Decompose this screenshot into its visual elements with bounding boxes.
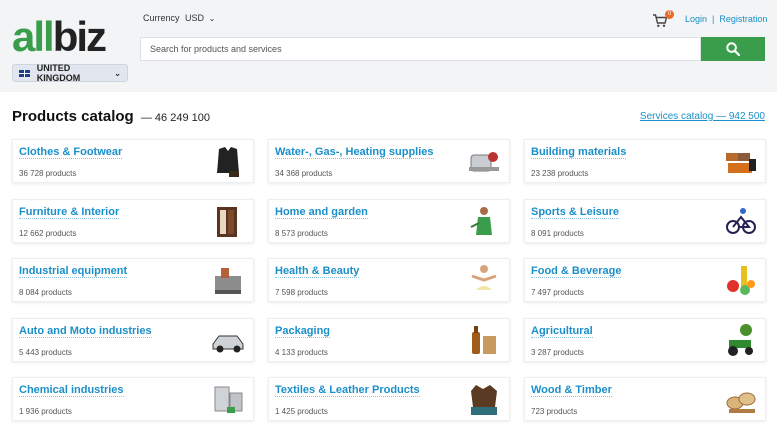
category-count: 34 368 products xyxy=(275,169,333,178)
search-box xyxy=(140,37,701,61)
category-card[interactable]: Health & Beauty 7 598 products xyxy=(268,258,510,302)
allbiz-logo[interactable]: allbiz xyxy=(12,18,130,56)
category-count: 3 287 products xyxy=(531,348,584,357)
clothing-icon xyxy=(217,147,239,177)
region-label: UNITED KINGDOM xyxy=(36,63,81,83)
cart-count-badge: 0 xyxy=(665,10,674,19)
category-card[interactable]: Water-, Gas-, Heating supplies 34 368 pro… xyxy=(268,139,510,183)
category-name[interactable]: Sports & Leisure xyxy=(531,206,620,219)
category-name[interactable]: Health & Beauty xyxy=(275,265,360,278)
category-card[interactable]: Textiles & Leather Products 1 425 product… xyxy=(268,377,510,421)
region-selector[interactable]: UNITED KINGDOM ⌄ xyxy=(12,63,128,83)
svg-text:allbiz: allbiz xyxy=(12,18,106,56)
category-name[interactable]: Water-, Gas-, Heating supplies xyxy=(275,146,434,159)
category-count: 4 133 products xyxy=(275,348,328,357)
category-count: 5 443 products xyxy=(19,348,72,357)
wardrobe-icon xyxy=(217,207,237,237)
category-count: 7 598 products xyxy=(275,288,328,297)
sport-icon xyxy=(726,208,756,234)
search-input[interactable] xyxy=(141,38,700,60)
page-title: Products catalog — 46 249 100 xyxy=(12,108,210,125)
machine-icon xyxy=(215,268,241,294)
category-count: 8 091 products xyxy=(531,229,584,238)
category-name[interactable]: Auto and Moto industries xyxy=(19,325,152,338)
category-card[interactable]: Food & Beverage 7 497 products xyxy=(524,258,766,302)
currency-label: Currency xyxy=(143,13,180,23)
category-card[interactable]: Building materials 23 238 products xyxy=(524,139,766,183)
services-catalog-link[interactable]: Services catalog — 942 500 xyxy=(640,111,765,122)
car-icon xyxy=(212,335,244,353)
cart-button[interactable]: 0 xyxy=(653,10,675,28)
search-icon xyxy=(726,42,740,56)
category-count: 1 936 products xyxy=(19,407,72,416)
category-name[interactable]: Agricultural xyxy=(531,325,593,338)
category-name[interactable]: Food & Beverage xyxy=(531,265,622,278)
category-card[interactable]: Industrial equipment 8 084 products xyxy=(12,258,254,302)
category-card[interactable]: Agricultural 3 287 products xyxy=(524,318,766,362)
heating-icon xyxy=(469,152,499,172)
registration-link[interactable]: Registration xyxy=(719,14,767,24)
category-count: 12 662 products xyxy=(19,229,77,238)
category-card[interactable]: Packaging 4 133 products xyxy=(268,318,510,362)
tractor-icon xyxy=(728,324,753,356)
yoga-icon xyxy=(471,265,497,290)
currency-value: USD xyxy=(185,13,205,23)
category-card[interactable]: Home and garden 8 573 products xyxy=(268,199,510,243)
food-icon xyxy=(727,266,755,295)
search-button[interactable] xyxy=(701,37,765,61)
category-name[interactable]: Building materials xyxy=(531,146,627,159)
category-count: 8 573 products xyxy=(275,229,328,238)
category-card[interactable]: Furniture & Interior 12 662 products xyxy=(12,199,254,243)
category-card[interactable]: Sports & Leisure 8 091 products xyxy=(524,199,766,243)
wood-icon xyxy=(726,392,756,413)
leather-jacket-icon xyxy=(471,385,497,415)
category-count: 8 084 products xyxy=(19,288,72,297)
auth-separator: | xyxy=(712,14,715,24)
login-link[interactable]: Login xyxy=(685,14,707,24)
currency-selector[interactable]: Currency USD ⌄ xyxy=(143,13,215,23)
category-name[interactable]: Industrial equipment xyxy=(19,265,128,278)
category-name[interactable]: Packaging xyxy=(275,325,331,338)
category-count: 7 497 products xyxy=(531,288,584,297)
gardener-icon xyxy=(470,207,492,235)
chevron-down-icon: ⌄ xyxy=(208,14,216,23)
category-card[interactable]: Chemical industries 1 936 products xyxy=(12,377,254,421)
category-name[interactable]: Furniture & Interior xyxy=(19,206,120,219)
category-name[interactable]: Wood & Timber xyxy=(531,384,612,397)
category-count: 1 425 products xyxy=(275,407,328,416)
products-total: — 46 249 100 xyxy=(140,112,210,124)
chemical-tank-icon xyxy=(214,386,243,413)
bricks-icon xyxy=(726,153,756,173)
header-bar: allbiz Currency USD ⌄ UNITED KINGDOM ⌄ 0… xyxy=(0,0,777,92)
uk-flag-icon xyxy=(19,69,30,77)
category-count: 23 238 products xyxy=(531,169,589,178)
category-name[interactable]: Chemical industries xyxy=(19,384,124,397)
category-count: 723 products xyxy=(531,407,578,416)
category-card[interactable]: Auto and Moto industries 5 443 products xyxy=(12,318,254,362)
category-name[interactable]: Clothes & Footwear xyxy=(19,146,123,159)
auth-links: Login | Registration xyxy=(685,14,767,24)
category-name[interactable]: Home and garden xyxy=(275,206,368,219)
category-card[interactable]: Clothes & Footwear 36 728 products xyxy=(12,139,254,183)
category-card[interactable]: Wood & Timber 723 products xyxy=(524,377,766,421)
category-count: 36 728 products xyxy=(19,169,77,178)
bottle-bag-icon xyxy=(472,326,496,354)
category-name[interactable]: Textiles & Leather Products xyxy=(275,384,420,397)
chevron-down-icon: ⌄ xyxy=(114,68,121,78)
page-title-text: Products catalog xyxy=(12,108,134,125)
